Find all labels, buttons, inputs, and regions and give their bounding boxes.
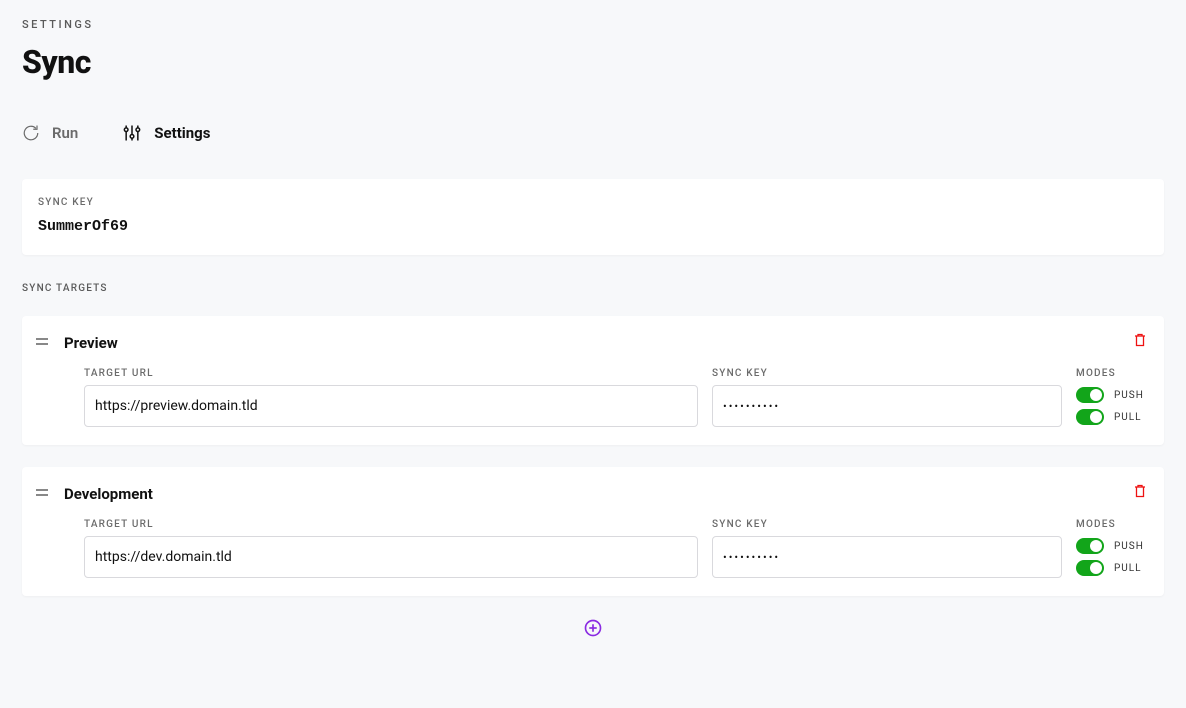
sync-key-value: SummerOf69 xyxy=(38,218,1148,235)
sync-target-card: Preview TARGET URL SYNC KEY MODES P xyxy=(22,316,1164,445)
drag-handle-icon[interactable] xyxy=(36,332,48,351)
push-toggle[interactable] xyxy=(1076,387,1104,403)
tabs: Run Settings xyxy=(22,123,1164,143)
pull-label: PULL xyxy=(1114,563,1142,574)
sync-target-card: Development TARGET URL SYNC KEY MODES xyxy=(22,467,1164,596)
modes-label: MODES xyxy=(1076,519,1176,530)
sync-target-title: Preview xyxy=(64,334,118,352)
delete-target-button[interactable] xyxy=(1134,483,1146,502)
drag-handle-icon[interactable] xyxy=(36,483,48,502)
sliders-icon xyxy=(122,123,142,143)
target-url-label: TARGET URL xyxy=(84,368,698,379)
target-url-input[interactable] xyxy=(84,536,698,578)
tab-settings[interactable]: Settings xyxy=(122,123,210,143)
run-icon xyxy=(22,124,40,142)
page-title: Sync xyxy=(22,43,1164,81)
push-label: PUSH xyxy=(1114,541,1144,552)
sync-key-card: SYNC KEY SummerOf69 xyxy=(22,179,1164,255)
tab-run-label: Run xyxy=(52,124,78,142)
modes-label: MODES xyxy=(1076,368,1176,379)
target-key-input[interactable] xyxy=(712,536,1062,578)
target-url-label: TARGET URL xyxy=(84,519,698,530)
page-eyebrow: SETTINGS xyxy=(22,18,1164,31)
push-label: PUSH xyxy=(1114,390,1144,401)
tab-run[interactable]: Run xyxy=(22,124,78,142)
sync-key-label: SYNC KEY xyxy=(38,197,1148,208)
delete-target-button[interactable] xyxy=(1134,332,1146,351)
target-url-input[interactable] xyxy=(84,385,698,427)
sync-target-title: Development xyxy=(64,485,153,503)
push-toggle[interactable] xyxy=(1076,538,1104,554)
tab-settings-label: Settings xyxy=(154,124,210,142)
target-key-label: SYNC KEY xyxy=(712,519,1062,530)
target-key-input[interactable] xyxy=(712,385,1062,427)
pull-label: PULL xyxy=(1114,412,1142,423)
pull-toggle[interactable] xyxy=(1076,560,1104,576)
pull-toggle[interactable] xyxy=(1076,409,1104,425)
add-target-button[interactable] xyxy=(583,618,603,638)
target-key-label: SYNC KEY xyxy=(712,368,1062,379)
sync-targets-label: SYNC TARGETS xyxy=(22,283,1164,294)
